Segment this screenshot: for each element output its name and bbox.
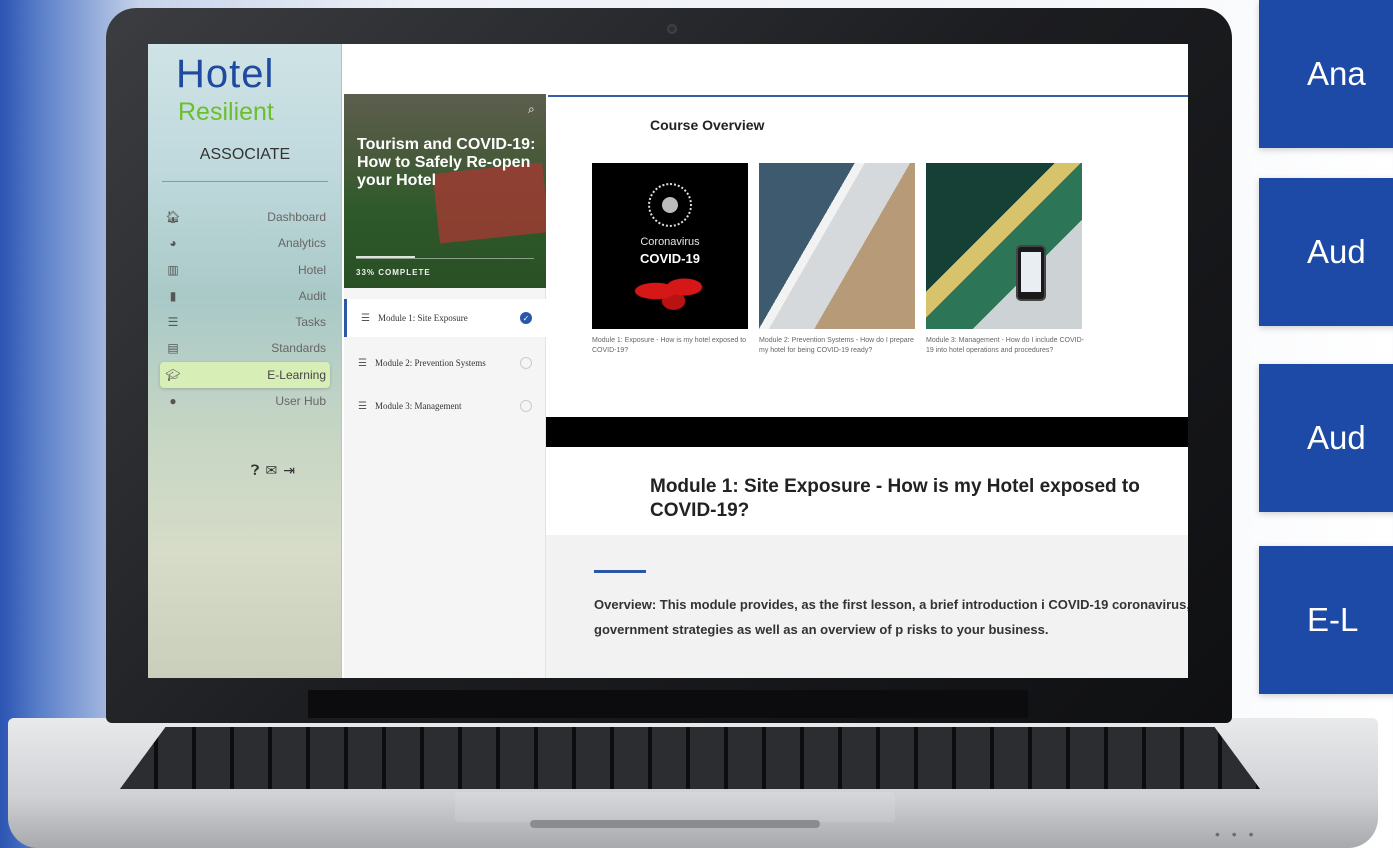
main-content: Course Overview Coronavirus COVID-19 Mod… xyxy=(546,97,1188,678)
feature-card-label: Aud xyxy=(1307,419,1366,456)
sidebar-item-elearning[interactable]: 🎓︎ E-Learning xyxy=(160,361,330,388)
circle-icon xyxy=(520,400,532,412)
feature-card-label: Aud xyxy=(1307,233,1366,270)
thumbnail-text: Coronavirus xyxy=(640,236,700,248)
module-3-thumbnail[interactable] xyxy=(926,163,1082,329)
sidebar-divider xyxy=(162,181,328,182)
feature-card-elearning[interactable]: E-L xyxy=(1259,546,1393,694)
sidebar-item-audit[interactable]: ▮ Audit xyxy=(160,283,330,309)
sidebar-item-hotel[interactable]: ▥ Hotel xyxy=(160,257,330,283)
progress-track xyxy=(356,258,534,259)
clipboard-icon: ▮ xyxy=(169,288,177,303)
sidebar-item-analytics[interactable]: ◕ Analytics xyxy=(160,230,330,256)
list-icon: ☰ xyxy=(358,400,367,412)
module-1-thumbnail[interactable]: Coronavirus COVID-19 xyxy=(592,163,748,329)
section-divider-bar xyxy=(546,417,1188,447)
sidebar-item-label: Dashboard xyxy=(267,210,326,224)
progress-label: 33% COMPLETE xyxy=(356,268,431,277)
course-panel: Tourism and COVID-19: How to Safely Re-o… xyxy=(344,94,546,678)
sidebar-item-dashboard[interactable]: 🏠︎ Dashboard xyxy=(160,204,330,230)
course-title: Tourism and COVID-19: How to Safely Re-o… xyxy=(357,136,536,189)
laptop-keyboard xyxy=(120,727,1260,789)
mail-icon[interactable]: ✉︎ xyxy=(265,462,277,479)
sidebar: Hotel Resilient ASSOCIATE 🏠︎ Dashboard ◕… xyxy=(148,44,342,678)
camera-icon xyxy=(667,24,677,34)
laptop-hinge xyxy=(308,690,1028,718)
progress-bar xyxy=(356,256,415,258)
sidebar-item-label: Standards xyxy=(271,341,326,356)
module-item-3[interactable]: ☰ Module 3: Management xyxy=(344,387,546,425)
user-icon: ● xyxy=(169,394,177,409)
world-map-image xyxy=(634,271,706,311)
pie-chart-icon: ◕ xyxy=(169,236,177,251)
sidebar-item-label: User Hub xyxy=(275,394,326,409)
course-hero: Tourism and COVID-19: How to Safely Re-o… xyxy=(344,94,546,288)
sidebar-item-label: Tasks xyxy=(295,315,326,330)
help-icon[interactable]: ❓︎ xyxy=(251,462,259,479)
feature-card-analytics[interactable]: Ana xyxy=(1259,0,1393,148)
graduation-cap-icon: 🎓︎ xyxy=(165,367,181,382)
module-label: Module 1: Site Exposure xyxy=(378,313,468,323)
sidebar-item-label: Analytics xyxy=(277,236,326,251)
virus-icon xyxy=(648,183,692,227)
module-item-1[interactable]: ☰ Module 1: Site Exposure ✓ xyxy=(344,299,546,337)
laptop-notch xyxy=(530,820,820,828)
feature-card-audit[interactable]: Aud xyxy=(1259,178,1393,326)
logo-resilient: Resilient xyxy=(178,98,274,126)
tasks-icon: ☰ xyxy=(167,315,179,330)
logout-icon[interactable]: ⇥ xyxy=(283,462,295,479)
sidebar-item-user-hub[interactable]: ● User Hub xyxy=(160,388,330,414)
feature-card-label: E-L xyxy=(1307,601,1359,638)
module-2-thumbnail[interactable] xyxy=(759,163,915,329)
sidebar-item-label: Hotel xyxy=(297,262,326,277)
module-label: Module 2: Prevention Systems xyxy=(375,358,486,368)
module-label: Module 3: Management xyxy=(375,401,462,411)
book-icon: ▤ xyxy=(167,341,179,356)
logo-hotel: Hotel xyxy=(176,52,275,96)
sidebar-item-label: E-Learning xyxy=(267,367,326,382)
overview-text: Overview: This module provides, as the f… xyxy=(594,597,1188,637)
logo-associate: ASSOCIATE xyxy=(199,146,291,163)
top-bar xyxy=(342,44,1188,94)
check-icon: ✓ xyxy=(520,312,532,324)
course-overview-title: Course Overview xyxy=(650,117,765,133)
thumbnail-title: COVID-19 xyxy=(640,251,700,266)
home-icon: 🏠︎ xyxy=(165,210,181,224)
feature-card-audit-2[interactable]: Aud xyxy=(1259,364,1393,512)
laptop-dots: • • • xyxy=(1215,826,1258,842)
list-icon: ☰ xyxy=(358,357,367,369)
module-item-2[interactable]: ☰ Module 2: Prevention Systems xyxy=(344,344,546,382)
laptop-trackpad xyxy=(455,792,895,822)
sidebar-item-standards[interactable]: ▤ Standards xyxy=(160,335,330,361)
sidebar-item-tasks[interactable]: ☰ Tasks xyxy=(160,309,330,335)
list-icon: ☰ xyxy=(361,312,370,324)
circle-icon xyxy=(520,357,532,369)
accent-line xyxy=(594,570,646,573)
module-3-caption: Module 3: Management - How do I include … xyxy=(926,337,1084,354)
module-2-caption: Module 2: Prevention Systems - How do I … xyxy=(759,337,914,354)
utility-icons: ❓︎ ✉︎ ⇥ xyxy=(148,462,342,479)
module-1-caption: Module 1: Exposure - How is my hotel exp… xyxy=(592,337,747,354)
sidebar-nav: 🏠︎ Dashboard ◕ Analytics ▥ Hotel ▮ Audit… xyxy=(160,204,330,414)
search-icon[interactable]: ⌕ xyxy=(528,102,535,117)
module-title: Module 1: Site Exposure - How is my Hote… xyxy=(650,476,1140,521)
feature-card-label: Ana xyxy=(1307,55,1366,92)
building-icon: ▥ xyxy=(167,262,179,277)
laptop-screen: Hotel Resilient ASSOCIATE 🏠︎ Dashboard ◕… xyxy=(148,44,1188,678)
phone-image xyxy=(1016,245,1046,301)
sidebar-item-label: Audit xyxy=(298,288,326,303)
